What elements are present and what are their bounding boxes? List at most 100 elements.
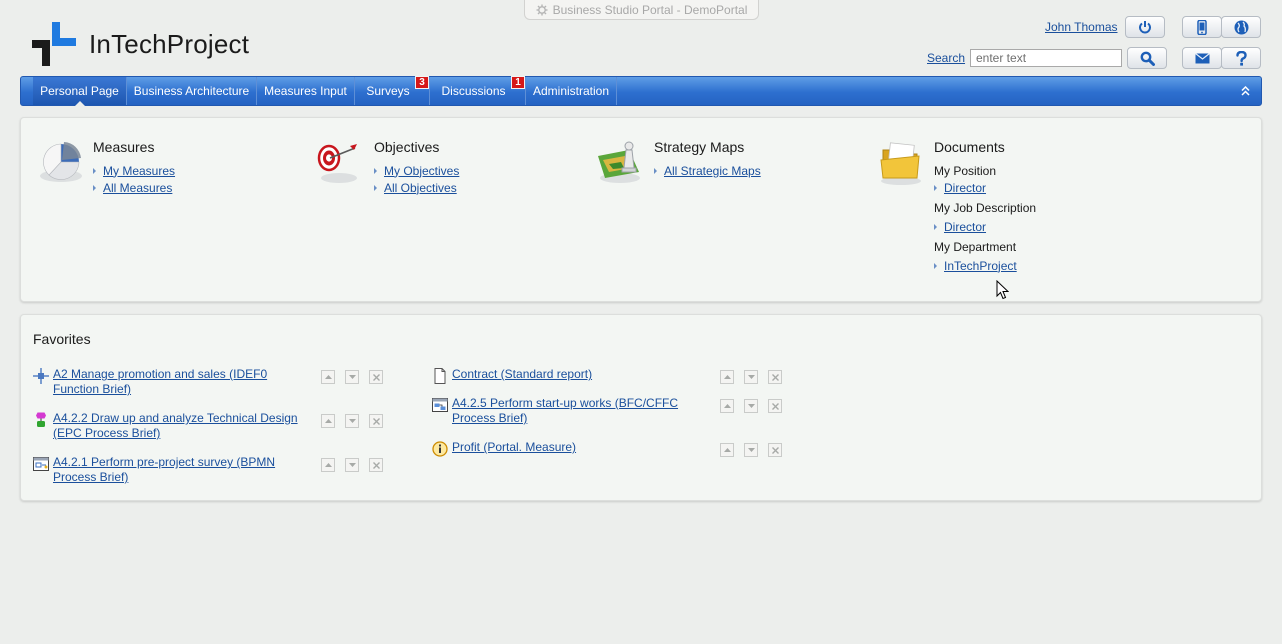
move-up-button[interactable] bbox=[321, 414, 335, 428]
link-item: InTechProject bbox=[934, 257, 1036, 274]
favorite-link[interactable]: A4.2.2 Draw up and analyze Technical Des… bbox=[53, 411, 311, 441]
my-measures-link[interactable]: My Measures bbox=[103, 164, 175, 178]
bfc-process-icon bbox=[432, 398, 448, 412]
close-icon bbox=[771, 446, 779, 454]
move-down-button[interactable] bbox=[744, 370, 758, 384]
favorite-link[interactable]: A4.2.5 Perform start-up works (BFC/CFFC … bbox=[452, 396, 710, 426]
search-input[interactable] bbox=[970, 49, 1122, 67]
favorite-link[interactable]: A4.2.1 Perform pre-project survey (BPMN … bbox=[53, 455, 311, 485]
bullet-arrow-icon bbox=[374, 184, 377, 191]
favorite-controls bbox=[321, 370, 383, 384]
all-strategic-maps-link[interactable]: All Strategic Maps bbox=[664, 164, 761, 178]
remove-favorite-button[interactable] bbox=[369, 458, 383, 472]
move-down-button[interactable] bbox=[345, 370, 359, 384]
triangle-up-icon bbox=[324, 375, 332, 379]
my-objectives-link[interactable]: My Objectives bbox=[384, 164, 459, 178]
nav-measures-input[interactable]: Measures Input bbox=[257, 77, 355, 105]
triangle-down-icon bbox=[348, 419, 356, 423]
collapse-header-button[interactable] bbox=[1237, 83, 1253, 99]
logout-button[interactable] bbox=[1125, 16, 1165, 38]
move-up-button[interactable] bbox=[720, 443, 734, 457]
brand-logo[interactable]: InTechProject bbox=[32, 22, 249, 66]
all-objectives-link[interactable]: All Objectives bbox=[384, 181, 457, 195]
move-down-button[interactable] bbox=[345, 458, 359, 472]
active-tab-indicator bbox=[74, 101, 85, 106]
link-item: My Objectives bbox=[374, 162, 459, 179]
user-name-link[interactable]: John Thomas bbox=[1045, 20, 1118, 34]
favorites-title: Favorites bbox=[33, 331, 91, 347]
favorite-controls bbox=[321, 458, 383, 472]
link-item: All Measures bbox=[93, 179, 175, 196]
favorite-controls bbox=[720, 443, 782, 457]
link-item: Director bbox=[934, 179, 1036, 196]
move-down-button[interactable] bbox=[744, 399, 758, 413]
close-icon bbox=[771, 373, 779, 381]
nav-surveys[interactable]: Surveys 3 bbox=[355, 76, 430, 105]
folder-icon bbox=[880, 142, 921, 185]
link-item: All Objectives bbox=[374, 179, 459, 196]
bullet-arrow-icon bbox=[934, 223, 937, 230]
my-job-description-link[interactable]: Director bbox=[944, 220, 986, 234]
my-department-label: My Department bbox=[934, 240, 1017, 254]
documents-links: My Position Director My Job Description … bbox=[934, 162, 1036, 274]
window-title: Business Studio Portal - DemoPortal bbox=[552, 2, 748, 17]
search-button[interactable] bbox=[1127, 47, 1167, 69]
bullet-arrow-icon bbox=[654, 167, 657, 174]
nav-administration[interactable]: Administration bbox=[526, 77, 617, 105]
globe-icon bbox=[1234, 20, 1248, 34]
strategy-maps-title: Strategy Maps bbox=[654, 139, 745, 155]
question-mark-icon bbox=[1235, 50, 1247, 66]
favorite-link[interactable]: Contract (Standard report) bbox=[452, 367, 710, 382]
bullet-arrow-icon bbox=[934, 184, 937, 191]
triangle-up-icon bbox=[324, 419, 332, 423]
mouse-pointer-icon bbox=[996, 280, 1009, 300]
move-up-button[interactable] bbox=[321, 370, 335, 384]
strategy-map-chess-icon bbox=[598, 141, 640, 183]
my-department-link[interactable]: InTechProject bbox=[944, 259, 1017, 273]
mobile-version-button[interactable] bbox=[1182, 16, 1222, 38]
bullet-arrow-icon bbox=[934, 262, 937, 269]
move-up-button[interactable] bbox=[720, 399, 734, 413]
objectives-title: Objectives bbox=[374, 139, 440, 155]
move-down-button[interactable] bbox=[345, 414, 359, 428]
language-button[interactable] bbox=[1221, 16, 1261, 38]
nav-discussions[interactable]: Discussions 1 bbox=[430, 76, 526, 105]
window-title-tab: Business Studio Portal - DemoPortal bbox=[524, 0, 759, 20]
remove-favorite-button[interactable] bbox=[768, 370, 782, 384]
triangle-down-icon bbox=[747, 375, 755, 379]
nav-personal-page[interactable]: Personal Page bbox=[33, 77, 127, 106]
favorite-link[interactable]: A2 Manage promotion and sales (IDEF0 Fun… bbox=[53, 367, 311, 397]
close-icon bbox=[372, 373, 380, 381]
remove-favorite-button[interactable] bbox=[768, 399, 782, 413]
help-button[interactable] bbox=[1221, 47, 1261, 69]
bullet-arrow-icon bbox=[93, 184, 96, 191]
messages-button[interactable] bbox=[1182, 47, 1222, 69]
nav-label: Discussions bbox=[441, 84, 506, 98]
move-up-button[interactable] bbox=[321, 458, 335, 472]
remove-favorite-button[interactable] bbox=[369, 414, 383, 428]
all-measures-link[interactable]: All Measures bbox=[103, 181, 172, 195]
move-up-button[interactable] bbox=[720, 370, 734, 384]
my-position-link[interactable]: Director bbox=[944, 181, 986, 195]
remove-favorite-button[interactable] bbox=[768, 443, 782, 457]
close-icon bbox=[372, 417, 380, 425]
surveys-count-badge: 3 bbox=[415, 76, 429, 89]
measures-links: My Measures All Measures bbox=[93, 162, 175, 196]
remove-favorite-button[interactable] bbox=[369, 370, 383, 384]
search-link[interactable]: Search bbox=[927, 51, 965, 65]
link-item: Director bbox=[934, 218, 1036, 235]
move-down-button[interactable] bbox=[744, 443, 758, 457]
pie-chart-icon bbox=[40, 142, 82, 182]
nav-label: Measures Input bbox=[264, 84, 347, 98]
brand-name: InTechProject bbox=[89, 28, 250, 59]
bullet-arrow-icon bbox=[374, 167, 377, 174]
link-item: My Measures bbox=[93, 162, 175, 179]
gear-icon bbox=[536, 4, 548, 15]
my-job-description-label: My Job Description bbox=[934, 201, 1037, 215]
triangle-up-icon bbox=[324, 463, 332, 467]
triangle-down-icon bbox=[747, 404, 755, 408]
nav-business-architecture[interactable]: Business Architecture bbox=[127, 77, 257, 105]
triangle-down-icon bbox=[348, 463, 356, 467]
epc-process-icon bbox=[36, 412, 46, 427]
favorite-link[interactable]: Profit (Portal. Measure) bbox=[452, 440, 710, 455]
